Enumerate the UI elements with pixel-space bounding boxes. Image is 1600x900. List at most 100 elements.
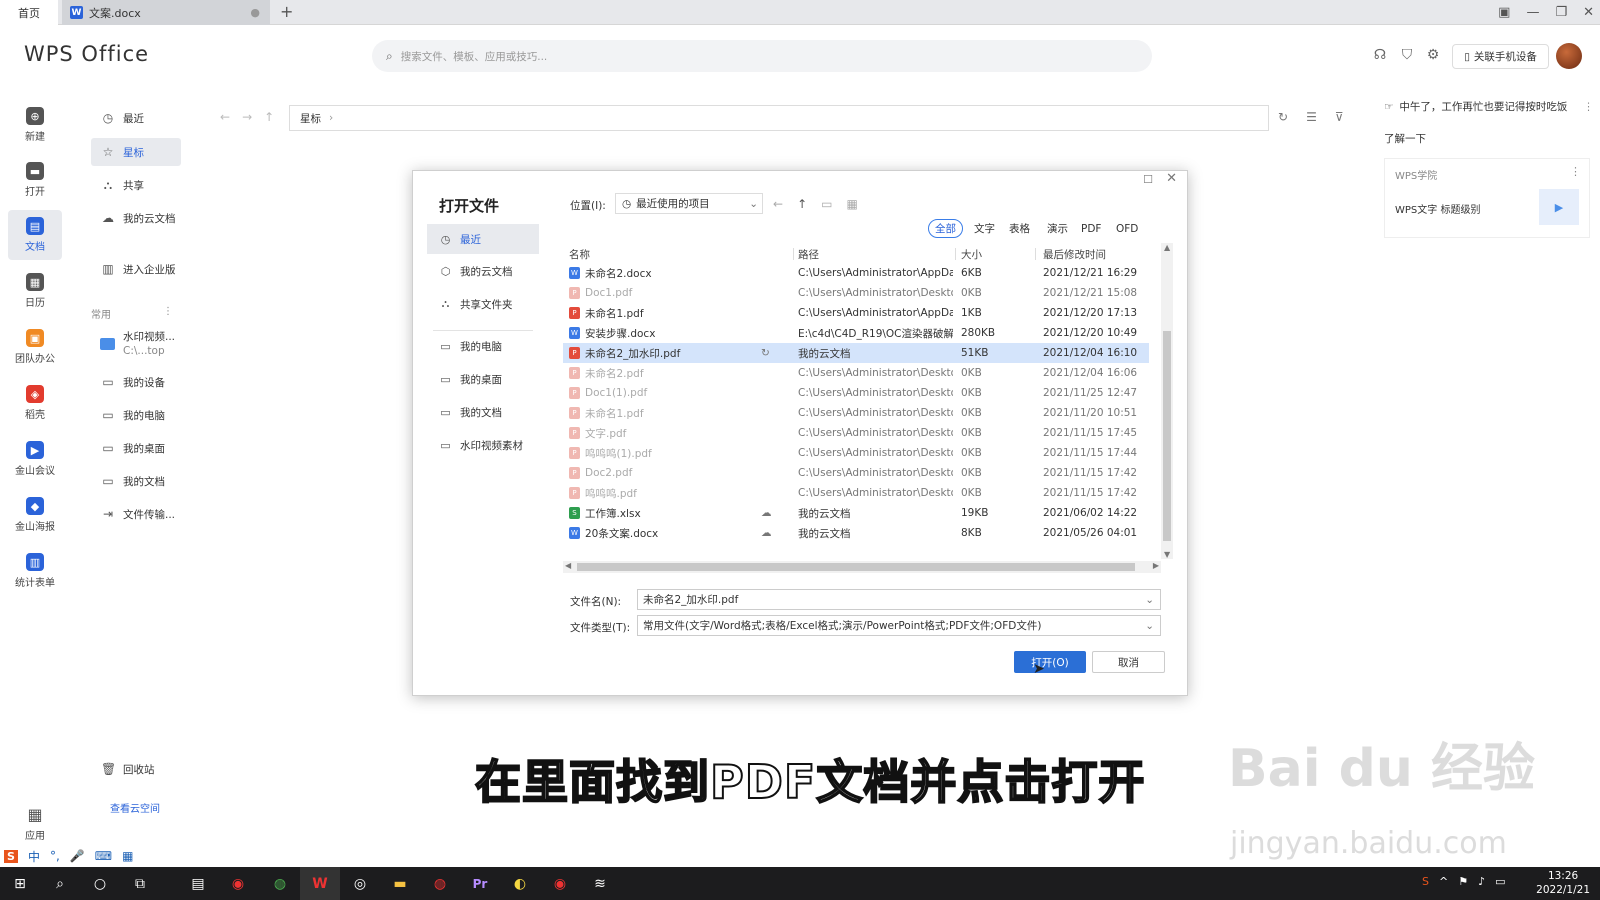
table-row[interactable]: P Doc2.pdf C:\Users\Administrator\Desktop 0… [563,463,1149,483]
cancel-button[interactable]: 取消 [1092,651,1165,673]
scroll-up-icon[interactable]: ▲ [1164,243,1170,252]
task-view-icon[interactable]: ⧉ [120,867,160,900]
new-tab-icon[interactable]: + [280,2,293,21]
filter-tab[interactable]: 全部 [928,219,963,238]
forward-icon[interactable]: → [242,110,252,124]
gear-icon[interactable]: ⚙ [1425,47,1441,63]
filter-tab[interactable]: PDF [1075,219,1107,238]
mic-icon[interactable]: 🎤 [70,849,85,863]
scroll-thumb[interactable] [1163,331,1171,541]
rail-item[interactable]: ▬ 打开 [8,155,62,205]
app-icon[interactable]: ▤ [178,867,218,900]
app-icon[interactable]: ≋ [580,867,620,900]
app-icon[interactable]: ◎ [340,867,380,900]
shirt-icon[interactable]: ⛉ [1399,47,1415,63]
taskbar-search-icon[interactable]: ⌕ [40,867,80,900]
cortana-icon[interactable]: ○ [80,867,120,900]
tab-document[interactable]: W 文案.docx ● [62,0,270,25]
volume-icon[interactable]: ♪ [1478,875,1485,888]
windows-start-icon[interactable]: ⊞ [0,867,40,900]
col-name[interactable]: 名称 [569,243,590,265]
filetype-select[interactable]: 常用文件(文字/Word格式;表格/Excel格式;演示/PowerPoint格… [637,615,1161,636]
premiere-icon[interactable]: Pr [460,867,500,900]
tip-more-icon[interactable]: ⋮ [1583,101,1594,113]
list-view-icon[interactable]: ☰ [1306,110,1317,124]
hscroll-thumb[interactable] [577,563,1135,571]
rail-item[interactable]: ▤ 文档 [8,210,62,260]
dialog-nav-item[interactable]: ◷ 最近 [427,224,539,254]
video-play-icon[interactable]: ▶ [1539,189,1579,225]
academy-item[interactable]: WPS文字 标题级别 [1395,201,1480,216]
more-icon[interactable]: ⋮ [163,306,173,321]
dialog-nav-item[interactable]: ▭ 水印视频素材 [427,430,539,460]
dialog-nav-item[interactable]: ▭ 我的电脑 [427,331,539,361]
tray-app-icon[interactable]: ⚑ [1458,875,1468,888]
table-row[interactable]: P 未命名2_加水印.pdf ↻ 我的云文档 51KB 2021/12/04 16:10 [563,343,1149,363]
view-mode-icon[interactable]: ▦ [846,197,857,211]
nav-trash[interactable]: 🗑 回收站 [91,755,181,783]
dialog-nav-item[interactable]: ▭ 我的桌面 [427,364,539,394]
rail-item[interactable]: ▦ 日历 [8,266,62,316]
table-row[interactable]: P 鸣鸣鸣.pdf C:\Users\Administrator\Desktop 0K… [563,483,1149,503]
scroll-down-icon[interactable]: ▼ [1164,550,1170,559]
col-path[interactable]: 路径 [798,243,819,265]
filetype-dropdown-icon[interactable]: ⌄ [1145,620,1154,632]
dialog-up-icon[interactable]: ↑ [797,197,807,211]
table-row[interactable]: P 未命名1.pdf C:\Users\Administrator\Desktop 0… [563,403,1149,423]
wps-academy-card[interactable]: WPS学院 ⋮ WPS文字 标题级别 ▶ [1384,158,1590,238]
new-folder-icon[interactable]: ▭ [821,197,832,211]
rail-item[interactable]: ▣ 团队办公 [8,322,62,372]
learn-more-link[interactable]: 了解一下 [1384,131,1426,146]
sogou-icon[interactable]: S [4,849,18,863]
table-row[interactable]: P 文字.pdf C:\Users\Administrator\Desktop 0KB… [563,423,1149,443]
dialog-nav-item[interactable]: ▭ 我的文档 [427,397,539,427]
rail-item[interactable]: ⊕ 新建 [8,100,62,150]
table-row[interactable]: P 鸣鸣鸣(1).pdf C:\Users\Administrator\Deskto… [563,443,1149,463]
filter-tab[interactable]: OFD [1110,219,1144,238]
maximize-icon[interactable]: ☐ [1143,173,1153,186]
nav-device[interactable]: ▭ 我的设备 [91,368,181,396]
filter-tab[interactable]: 表格 [1003,219,1036,238]
headset-icon[interactable]: ☊ [1372,47,1388,63]
nav-shared[interactable]: ⛬ 共享 [91,171,181,199]
chrome-icon[interactable]: ◍ [260,867,300,900]
horizontal-scrollbar[interactable]: ◀ ▶ [563,561,1161,573]
nav-mydocs[interactable]: ▭ 我的文档 [91,467,181,495]
record-icon[interactable]: ◉ [540,867,580,900]
card-more-icon[interactable]: ⋮ [1570,165,1581,178]
clock[interactable]: 13:26 2022/1/21 [1536,869,1590,897]
rail-item[interactable]: ◈ 稻壳 [8,378,62,428]
restore-icon[interactable]: ❐ [1555,5,1567,20]
location-select[interactable]: ◷ 最近使用的项目 ⌄ [615,193,763,214]
nav-recent[interactable]: ◷ 最近 [91,104,181,132]
pinned-folder[interactable]: 水印视频... C:\...top [100,330,175,358]
table-row[interactable]: S 工作簿.xlsx ☁ 我的云文档 19KB 2021/06/02 14:22 [563,503,1149,523]
nav-pc[interactable]: ▭ 我的电脑 [91,401,181,429]
filter-tab[interactable]: 演示 [1041,219,1074,238]
col-modified[interactable]: 最后修改时间 [1043,243,1106,265]
table-row[interactable]: P 未命名2.pdf C:\Users\Administrator\Desktop 0… [563,363,1149,383]
scroll-left-icon[interactable]: ◀ [565,561,571,570]
nav-enterprise[interactable]: ▥ 进入企业版 [91,255,181,283]
table-row[interactable]: P Doc1.pdf C:\Users\Administrator\Desktop 0… [563,283,1149,303]
ime-lang[interactable]: 中 [28,848,40,865]
search-input[interactable]: ⌕ 搜索文件、模板、应用或技巧... [372,40,1152,72]
punct-icon[interactable]: °, [50,849,60,863]
link-phone-button[interactable]: ▯ 关联手机设备 [1452,44,1549,69]
record-icon[interactable]: ◉ [218,867,258,900]
back-icon[interactable]: ← [220,110,230,124]
wps-taskbar-icon[interactable]: W [300,867,340,900]
table-row[interactable]: P 未命名1.pdf C:\Users\Administrator\AppDat..… [563,303,1149,323]
breadcrumb-starred[interactable]: 星标 [300,111,321,126]
app-icon[interactable]: ◐ [500,867,540,900]
vertical-scrollbar[interactable]: ▲ ▼ [1161,243,1173,559]
filter-icon[interactable]: ⊽ [1335,110,1344,124]
breadcrumb[interactable]: 星标 › [289,105,1269,131]
rail-item[interactable]: ◆ 金山海报 [8,490,62,540]
table-row[interactable]: W 20条文案.docx ☁ 我的云文档 8KB 2021/05/26 04:01 [563,523,1149,543]
avatar[interactable] [1556,43,1582,69]
file-explorer-icon[interactable]: ▬ [380,867,420,900]
dialog-nav-item[interactable]: ⬡ 我的云文档 [427,256,539,286]
dialog-close-icon[interactable]: ✕ [1166,171,1177,186]
col-size[interactable]: 大小 [961,243,982,265]
